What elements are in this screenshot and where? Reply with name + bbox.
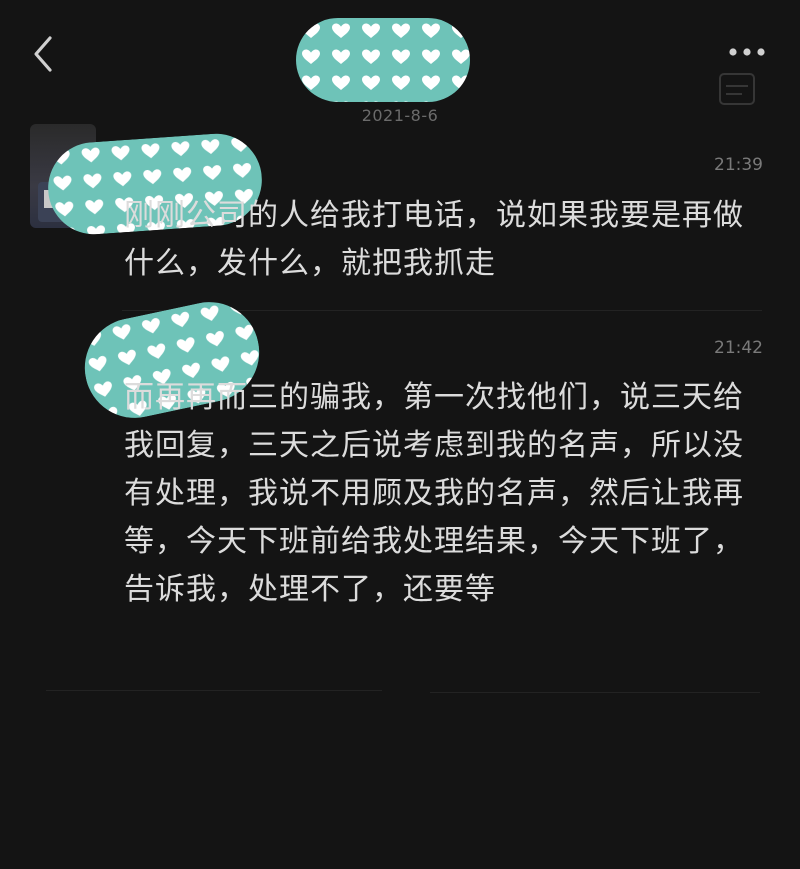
message-text[interactable]: 而再再而三的骗我，第一次找他们，说三天给我回复，三天之后说考虑到我的名声，所以没… <box>124 374 754 614</box>
more-button[interactable] <box>722 38 772 66</box>
conversation-date: 2021-8-6 <box>361 106 439 125</box>
redacted-contact-name <box>296 18 470 102</box>
back-button[interactable] <box>28 32 60 76</box>
top-bar: 2021-8-6 <box>0 0 800 130</box>
more-horizontal-icon <box>729 48 765 56</box>
message-divider <box>46 690 382 691</box>
message-time: 21:39 <box>714 155 763 175</box>
message-time: 21:42 <box>714 338 763 358</box>
message-divider <box>430 692 760 693</box>
chevron-left-icon <box>34 36 52 72</box>
message-text[interactable]: 刚刚公司的人给我打电话，说如果我要是再做什么，发什么，就把我抓走 <box>124 192 754 288</box>
